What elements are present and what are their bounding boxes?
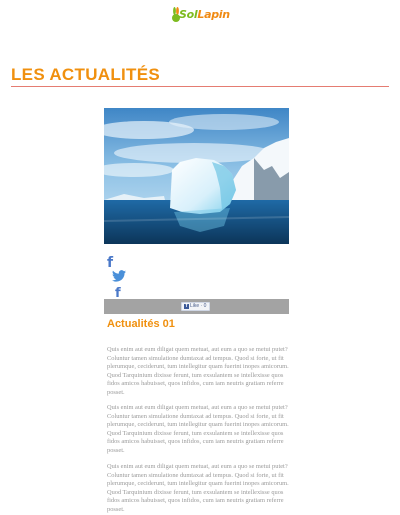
facebook-like-button[interactable]: f Like · 0 <box>181 302 210 311</box>
article-title: Actualités 01 <box>107 318 175 330</box>
facebook-like-bar: f Like · 0 <box>104 299 289 314</box>
article-hero-image <box>104 108 289 244</box>
facebook-icon: f <box>184 303 189 309</box>
facebook-share-icon[interactable]: f <box>107 256 113 270</box>
iceberg-photo <box>104 108 289 244</box>
article-paragraph: Quis enim aut eum diligat quem metuat, a… <box>107 404 289 454</box>
page-title: LES ACTUALITÉS <box>11 65 161 84</box>
title-divider <box>11 86 389 87</box>
fb-like-label: Like · 0 <box>190 303 207 309</box>
article-paragraph: Quis enim aut eum diligat quem metuat, a… <box>107 346 289 396</box>
article-paragraph: Quis enim aut eum diligat quem metuat, a… <box>107 463 289 513</box>
twitter-share-icon[interactable] <box>112 270 126 282</box>
logo-wordmark: SolLapin <box>179 8 230 21</box>
brand-logo[interactable]: SolLapin <box>171 7 230 25</box>
